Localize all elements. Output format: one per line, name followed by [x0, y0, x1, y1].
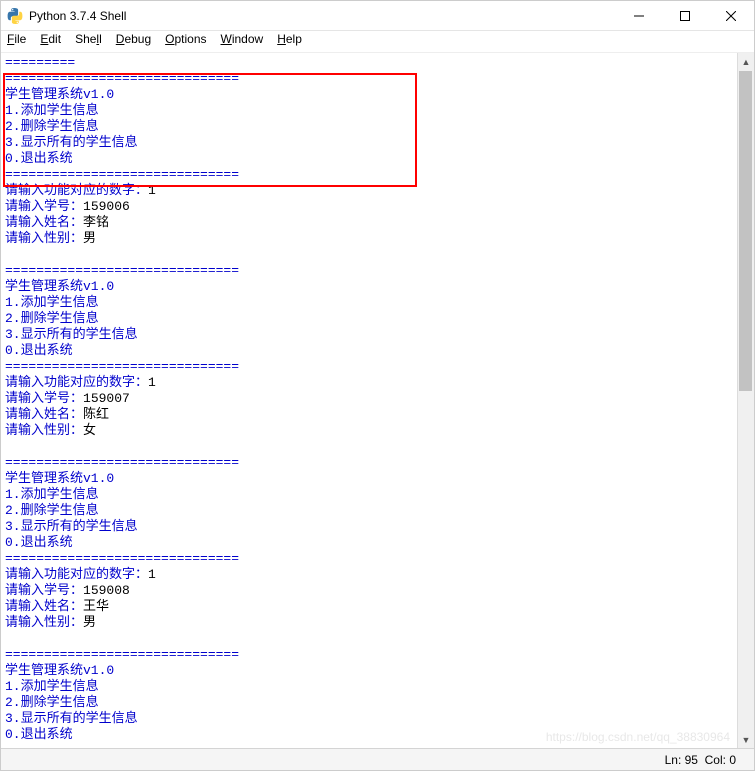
status-line: Ln: 95 [665, 753, 698, 767]
output-line: ============================== [5, 647, 239, 662]
minimize-button[interactable] [616, 1, 662, 30]
shell-output[interactable]: ========= ==============================… [1, 53, 754, 748]
output-line: 学生管理系统v1.0 [5, 471, 114, 486]
output-line: 0.退出系统 [5, 151, 73, 166]
output-line: 请输入性别： [5, 615, 83, 630]
statusbar: Ln: 95 Col: 0 [1, 748, 754, 770]
user-input: 男 [83, 615, 96, 630]
output-line: 请输入功能对应的数字： [5, 183, 148, 198]
output-line: 请输入姓名： [5, 407, 83, 422]
output-line: 请输入姓名： [5, 215, 83, 230]
output-line: 1.添加学生信息 [5, 103, 99, 118]
output-line: ============================== [5, 455, 239, 470]
scroll-up-arrow[interactable]: ▲ [738, 53, 754, 70]
output-line: 学生管理系统v1.0 [5, 663, 114, 678]
output-line: 2.删除学生信息 [5, 503, 99, 518]
scroll-down-arrow[interactable]: ▼ [738, 731, 754, 748]
output-line: 0.退出系统 [5, 535, 73, 550]
user-input: 1 [148, 183, 156, 198]
output-line: 0.退出系统 [5, 727, 73, 742]
output-line: 1.添加学生信息 [5, 487, 99, 502]
user-input: 1 [148, 567, 156, 582]
menu-debug[interactable]: Debug [116, 32, 151, 52]
output-line: 3.显示所有的学生信息 [5, 711, 138, 726]
user-input: 男 [83, 231, 96, 246]
output-line: ============================== [5, 71, 239, 86]
output-line: 请输入性别： [5, 423, 83, 438]
output-line: 请输入学号： [5, 583, 83, 598]
output-line: 学生管理系统v1.0 [5, 279, 114, 294]
menu-options[interactable]: Options [165, 32, 206, 52]
status-col: Col: 0 [705, 753, 736, 767]
output-line: 请输入姓名： [5, 599, 83, 614]
output-line: 请输入学号： [5, 199, 83, 214]
menu-window[interactable]: Window [221, 32, 264, 52]
menubar: File Edit Shell Debug Options Window Hel… [1, 31, 754, 53]
user-input: 159006 [83, 199, 130, 214]
output-line: ========= [5, 55, 75, 70]
output-line: ============================== [5, 263, 239, 278]
scroll-thumb[interactable] [739, 71, 752, 391]
user-input: 159007 [83, 391, 130, 406]
output-line: ============================== [5, 359, 239, 374]
user-input: 女 [83, 423, 96, 438]
output-line: 学生管理系统v1.0 [5, 87, 114, 102]
window-title: Python 3.7.4 Shell [29, 9, 616, 23]
output-line: ============================== [5, 167, 239, 182]
titlebar: Python 3.7.4 Shell [1, 1, 754, 31]
output-line: 3.显示所有的学生信息 [5, 327, 138, 342]
menu-help[interactable]: Help [277, 32, 302, 52]
close-button[interactable] [708, 1, 754, 30]
output-line: 请输入性别： [5, 231, 83, 246]
output-line: 请输入学号： [5, 391, 83, 406]
user-input: 159008 [83, 583, 130, 598]
menu-edit[interactable]: Edit [40, 32, 61, 52]
user-input: 王华 [83, 599, 109, 614]
output-line: 1.添加学生信息 [5, 679, 99, 694]
menu-file[interactable]: File [7, 32, 26, 52]
output-line: 2.删除学生信息 [5, 119, 99, 134]
shell-content: ========= ==============================… [1, 53, 754, 748]
user-input: 李铭 [83, 215, 109, 230]
output-line: 请输入功能对应的数字： [5, 567, 148, 582]
window-controls [616, 1, 754, 30]
output-line: 0.退出系统 [5, 343, 73, 358]
output-line: 3.显示所有的学生信息 [5, 135, 138, 150]
maximize-button[interactable] [662, 1, 708, 30]
output-line: 2.删除学生信息 [5, 695, 99, 710]
output-line: ============================== [5, 551, 239, 566]
output-line: 1.添加学生信息 [5, 295, 99, 310]
output-line: 2.删除学生信息 [5, 311, 99, 326]
output-line: 请输入功能对应的数字： [5, 375, 148, 390]
user-input: 1 [148, 375, 156, 390]
menu-shell[interactable]: Shell [75, 32, 102, 52]
user-input: 陈红 [83, 407, 109, 422]
vertical-scrollbar[interactable]: ▲ ▼ [737, 53, 754, 748]
output-line: 3.显示所有的学生信息 [5, 519, 138, 534]
python-icon [7, 8, 23, 24]
